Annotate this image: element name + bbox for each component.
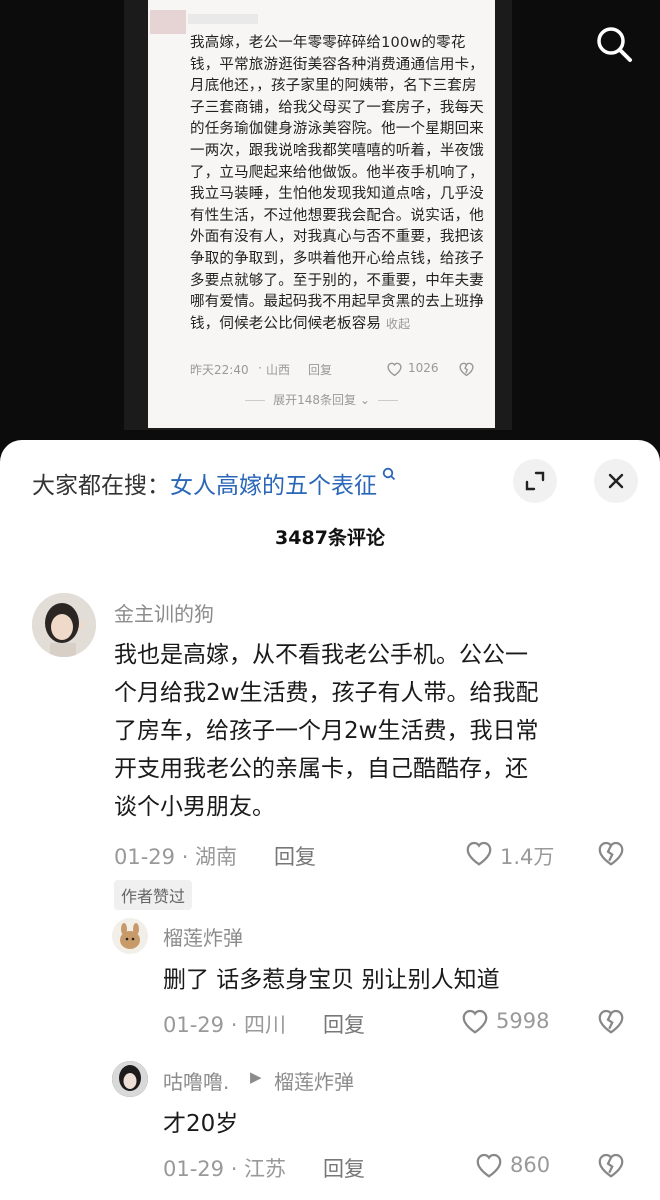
comment-text-line: 个月给我2w生活费，孩子有人带。给我配 [114, 680, 539, 706]
expand-replies-label: 展开148条回复 [273, 393, 356, 407]
comment-text-line: 我也是高嫁，从不看我老公手机。公公一 [114, 642, 528, 668]
close-sheet-button[interactable] [594, 459, 638, 503]
dislike-broken-heart-icon[interactable] [596, 1007, 626, 1039]
reply-date-location: 01-29 · 四川 [163, 1013, 287, 1037]
avatar[interactable] [32, 593, 96, 657]
reply-button[interactable]: 回复 [323, 1009, 365, 1039]
like-heart-icon[interactable] [464, 839, 494, 871]
post-reply-button[interactable]: 回复 [308, 361, 332, 378]
post-image-area[interactable]: 我高嫁，老公一年零零碎碎给100w的零花钱，平常旅游逛街美容各种消费通通信用卡，… [0, 0, 660, 455]
reply-date-location: 01-29 · 江苏 [163, 1157, 287, 1181]
comment-text-line: 了房车，给孩子一个月2w生活费，我日常 [114, 718, 539, 744]
like-count: 5998 [496, 1009, 550, 1033]
post-location: 山西 [266, 363, 291, 377]
like-count: 860 [510, 1153, 551, 1177]
chevron-down-icon: ⌄ [359, 393, 370, 407]
reply-to-username[interactable]: 榴莲炸弹 [274, 1066, 354, 1095]
like-heart-icon[interactable] [474, 1151, 504, 1183]
expand-icon [513, 471, 557, 507]
reply-text: 才20岁 [163, 1111, 239, 1137]
comment-username[interactable]: 金主训的狗 [114, 598, 214, 627]
dislike-broken-heart-icon[interactable] [596, 839, 626, 871]
post-dislike-icon[interactable] [458, 361, 475, 380]
search-small-icon [377, 466, 396, 485]
comment-text-line: 开支用我老公的亲属卡，自己酷酷存，还 [114, 756, 528, 782]
author-liked-badge: 作者赞过 [114, 880, 193, 910]
post-meta: 昨天22:40 · 山西 回复 1026 [190, 361, 486, 379]
reply-text: 删了 话多惹身宝贝 别让别人知道 [163, 967, 500, 993]
search-icon[interactable] [594, 24, 634, 64]
comment-date-location: 01-29 · 湖南 [114, 845, 238, 869]
post-heart-icon[interactable] [386, 361, 403, 380]
post-text-block: 我高嫁，老公一年零零碎碎给100w的零花钱，平常旅游逛街美容各种消费通通信用卡，… [190, 33, 486, 335]
comment-text-line: 谈个小男朋友。 [114, 794, 275, 820]
comment-count: 3487条评论 [275, 527, 385, 549]
like-count: 1.4万 [500, 845, 555, 869]
expand-sheet-button[interactable] [513, 459, 557, 503]
reply-button[interactable]: 回复 [323, 1153, 365, 1183]
reply-username[interactable]: 咕噜噜. [163, 1066, 229, 1095]
comment-text: 我也是高嫁，从不看我老公手机。公公一 个月给我2w生活费，孩子有人带。给我配 了… [114, 636, 538, 826]
close-icon [594, 473, 638, 507]
post-text: 我高嫁，老公一年零零碎碎给100w的零花钱，平常旅游逛街美容各种消费通通信用卡，… [190, 35, 484, 332]
fold-link[interactable]: 收起 [386, 317, 410, 331]
reply-button[interactable]: 回复 [274, 841, 316, 871]
post-location-sep: · [258, 361, 262, 375]
reply-arrow-icon: ▶ [250, 1068, 262, 1086]
reply-username[interactable]: 榴莲炸弹 [163, 922, 243, 951]
expand-replies-link[interactable]: 展开148条回复 ⌄ [148, 391, 495, 408]
avatar[interactable] [112, 918, 148, 954]
hot-search-bar[interactable]: 大家都在搜：女人高嫁的五个表征 [32, 466, 396, 500]
dislike-broken-heart-icon[interactable] [596, 1151, 626, 1183]
comments-sheet: 大家都在搜：女人高嫁的五个表征 3487条评论 金主训的狗 我也是高嫁，从不看我… [0, 440, 660, 1200]
hot-search-keyword[interactable]: 女人高嫁的五个表征 [170, 473, 377, 499]
like-heart-icon[interactable] [460, 1007, 490, 1039]
blurred-avatar [150, 10, 186, 34]
hot-search-prefix: 大家都在搜： [32, 473, 170, 499]
post-time: 昨天22:40 [190, 363, 249, 377]
post-card: 我高嫁，老公一年零零碎碎给100w的零花钱，平常旅游逛街美容各种消费通通信用卡，… [148, 0, 495, 428]
avatar[interactable] [112, 1061, 148, 1097]
blurred-username [188, 14, 258, 24]
post-likes: 1026 [408, 361, 439, 375]
